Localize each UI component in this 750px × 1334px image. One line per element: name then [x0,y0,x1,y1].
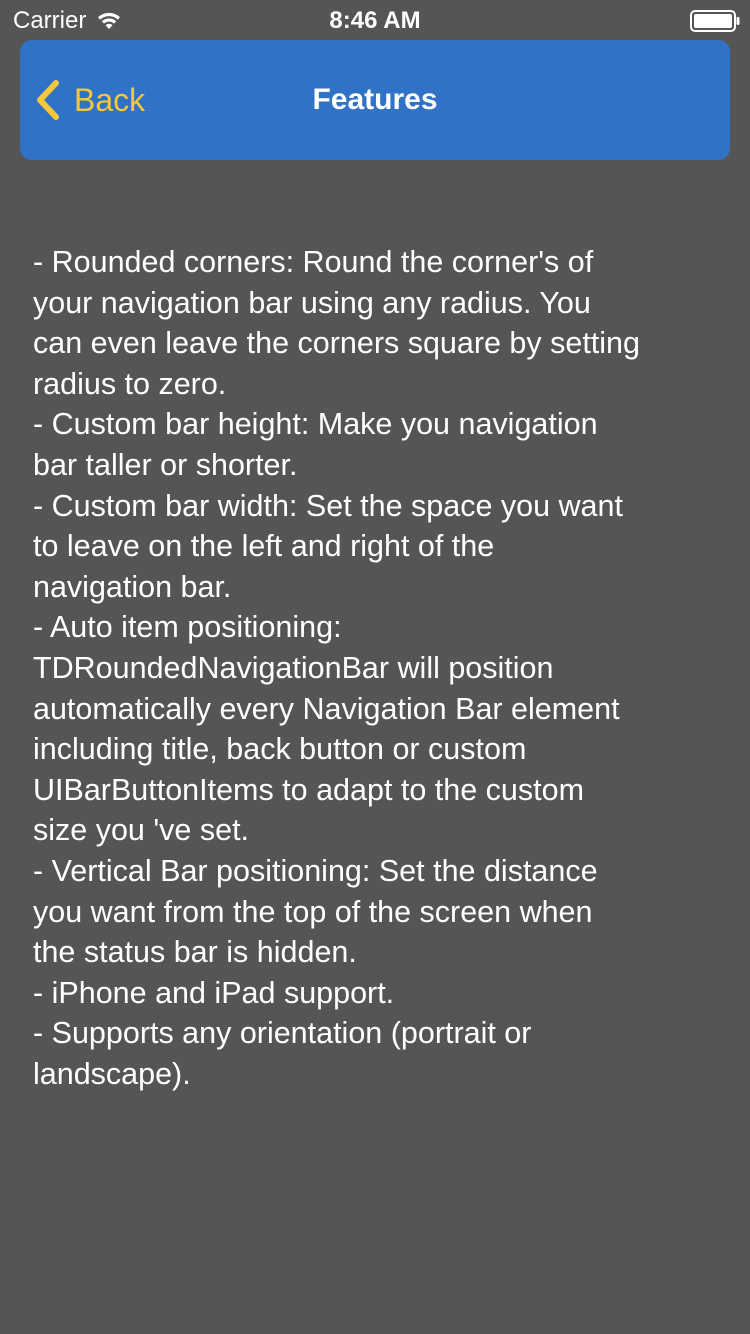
status-bar: Carrier 8:46 AM [0,0,750,40]
feature-text-line: - iPhone and iPad support. [33,975,395,1010]
navigation-bar: Back Features [20,40,730,160]
feature-text-line: your navigation bar using any radius. Yo… [33,285,591,320]
feature-text-line: bar taller or shorter. [33,447,298,482]
feature-text-line: - Vertical Bar positioning: Set the dist… [33,853,598,888]
feature-text-line: - Auto item positioning: [33,610,342,645]
features-text: - Rounded corners: Round the corner's of… [33,242,723,1094]
feature-text-line: the status bar is hidden. [33,935,357,970]
page-title: Features [312,83,438,116]
feature-text-line: - Rounded corners: Round the corner's of [33,245,594,279]
feature-text-line: landscape). [33,1056,191,1091]
feature-text-line: - Supports any orientation (portrait or [33,1016,532,1051]
battery-icon [690,10,740,32]
feature-text-line: TDRoundedNavigationBar will position [33,650,554,685]
feature-text-line: to leave on the left and right of the [33,529,495,564]
feature-text-line: you want from the top of the screen when [33,894,593,929]
feature-text-line: size you 've set. [33,813,250,848]
feature-text-line: radius to zero. [33,366,227,401]
status-time: 8:46 AM [329,7,421,34]
feature-text-line: - Custom bar width: Set the space you wa… [33,488,623,523]
feature-text-line: - Custom bar height: Make you navigation [33,407,598,442]
feature-text-line: can even leave the corners square by set… [33,326,640,361]
feature-text-line: UIBarButtonItems to adapt to the custom [33,772,584,807]
feature-text-line: including title, back button or custom [33,732,527,767]
feature-text-line: navigation bar. [33,569,232,604]
feature-text-line: automatically every Navigation Bar eleme… [33,691,620,726]
